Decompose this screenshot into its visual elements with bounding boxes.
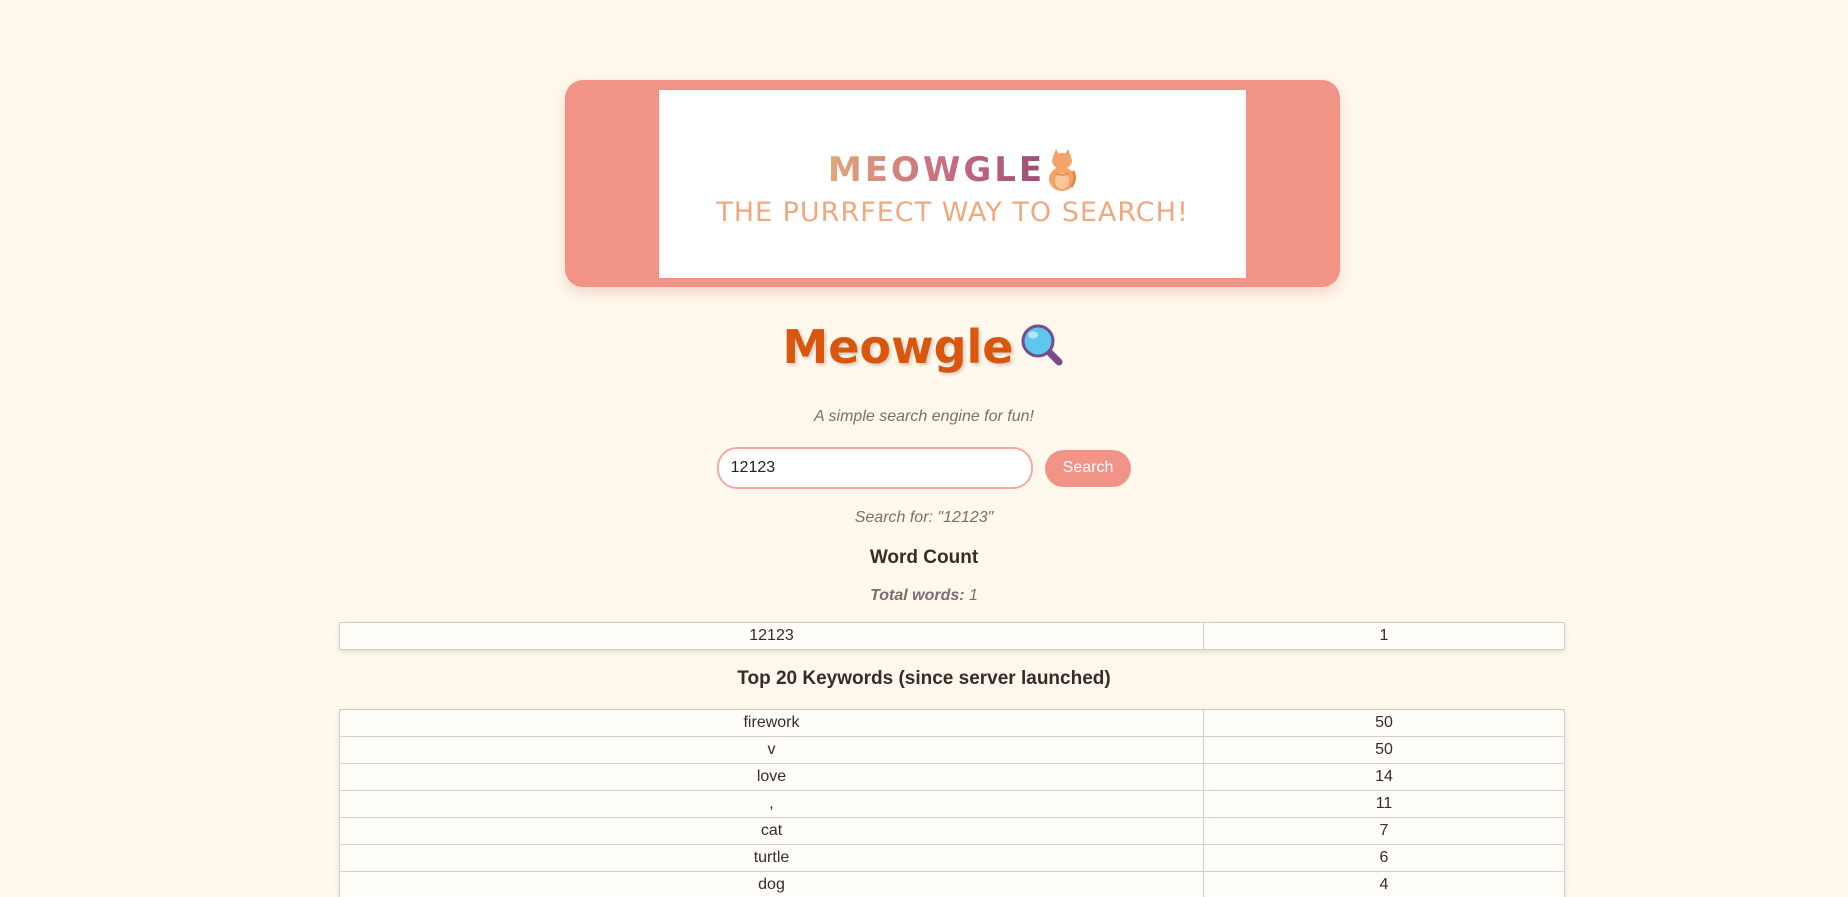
count-cell: 11	[1203, 790, 1565, 818]
word-cell: cat	[339, 817, 1204, 845]
magnifying-glass-icon	[1019, 322, 1065, 373]
word-count-heading: Word Count	[869, 547, 979, 568]
cat-icon	[1047, 148, 1077, 191]
banner-tagline: THE PURRFECT WAY TO SEARCH!	[716, 196, 1189, 228]
banner: MEOWGLE THE PURRFECT WAY TO SEARCH!	[565, 80, 1340, 287]
search-button[interactable]: Search	[1044, 449, 1132, 487]
table-row: v 50	[339, 736, 1565, 764]
page: MEOWGLE THE PURRFECT WAY TO SEARCH! Meow	[0, 0, 1848, 897]
total-words-label: Total words:	[870, 587, 965, 604]
table-row: cat 7	[339, 817, 1565, 845]
banner-logo-text: MEOWGLE	[827, 149, 1046, 190]
word-cell: firework	[339, 709, 1204, 737]
word-cell: dog	[339, 871, 1204, 897]
count-cell: 1	[1203, 622, 1565, 650]
table-row: dog 4	[339, 871, 1565, 897]
banner-logo: MEOWGLE	[827, 148, 1077, 191]
search-form: Search	[0, 447, 1848, 489]
search-input[interactable]	[716, 447, 1033, 489]
total-words-value: 1	[969, 587, 978, 604]
search-for-text: Search for: "12123"	[854, 509, 994, 526]
table-row: 12123 1	[339, 622, 1565, 650]
table-row: turtle 6	[339, 844, 1565, 872]
table-row: firework 50	[339, 709, 1565, 737]
total-words: Total words: 1	[0, 587, 1848, 605]
count-cell: 6	[1203, 844, 1565, 872]
count-cell: 50	[1203, 709, 1565, 737]
word-cell: turtle	[339, 844, 1204, 872]
title-row: Meowgle	[0, 320, 1848, 374]
count-cell: 50	[1203, 736, 1565, 764]
count-cell: 7	[1203, 817, 1565, 845]
word-cell: v	[339, 736, 1204, 764]
subtitle: A simple search engine for fun!	[814, 408, 1034, 425]
count-cell: 4	[1203, 871, 1565, 897]
word-count-table: 12123 1	[339, 622, 1565, 650]
table-row: , 11	[339, 790, 1565, 818]
table-row: love 14	[339, 763, 1565, 791]
word-cell: ,	[339, 790, 1204, 818]
keywords-table: firework 50 v 50 love 14 , 11 cat 7 turt…	[339, 709, 1565, 897]
keywords-heading: Top 20 Keywords (since server launched)	[737, 668, 1111, 689]
count-cell: 14	[1203, 763, 1565, 791]
word-cell: love	[339, 763, 1204, 791]
banner-image: MEOWGLE THE PURRFECT WAY TO SEARCH!	[659, 90, 1246, 278]
word-cell: 12123	[339, 622, 1204, 650]
page-title: Meowgle	[782, 320, 1014, 374]
